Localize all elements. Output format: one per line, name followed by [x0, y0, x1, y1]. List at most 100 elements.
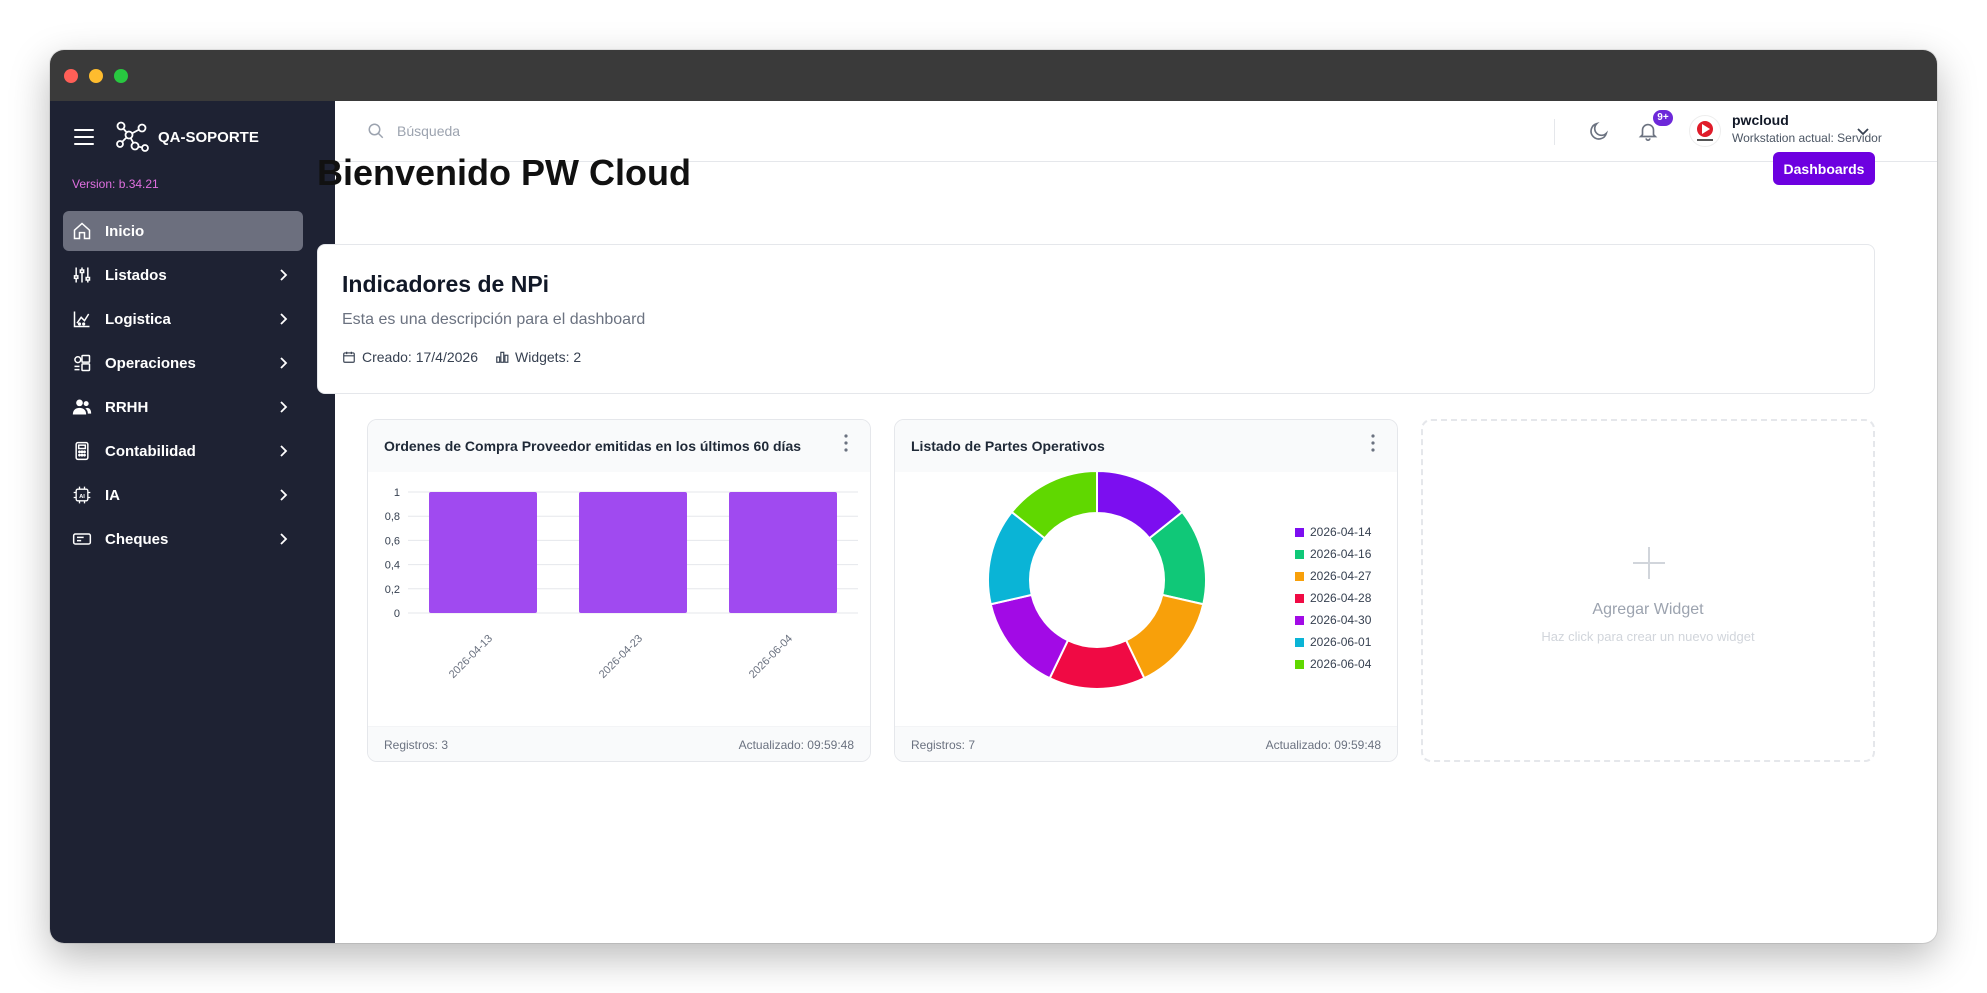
add-widget-subtitle: Haz click para crear un nuevo widget [1541, 629, 1755, 644]
more-options-icon[interactable] [844, 434, 848, 452]
legend-item[interactable]: 2026-06-01 [1295, 631, 1371, 653]
legend-swatch [1295, 659, 1304, 669]
ai-chip-icon: AI [71, 484, 93, 506]
sidebar-item-label: IA [105, 486, 120, 504]
bar[interactable] [429, 492, 537, 613]
legend-label: 2026-04-30 [1310, 613, 1372, 627]
add-widget-title: Agregar Widget [1592, 601, 1704, 618]
operations-icon [71, 352, 93, 374]
sidebar-item-cheques[interactable]: Cheques [63, 519, 303, 559]
chart-line-icon [71, 308, 93, 330]
records-label: Registros: 3 [384, 738, 449, 752]
sidebar-item-label: Listados [105, 266, 167, 284]
legend-item[interactable]: 2026-04-28 [1295, 587, 1371, 609]
page-title: Bienvenido PW Cloud [317, 152, 691, 193]
legend-label: 2026-04-16 [1310, 547, 1372, 561]
chevron-right-icon [280, 357, 288, 369]
dashboards-button[interactable]: Dashboards [1773, 152, 1875, 185]
legend-item[interactable]: 2026-04-16 [1295, 543, 1371, 565]
sidebar-item-label: Operaciones [105, 354, 196, 372]
window-titlebar [50, 50, 1937, 101]
close-window-button[interactable] [64, 69, 78, 83]
widget-header: Listado de Partes Operativos [895, 420, 1397, 472]
sliders-icon [71, 264, 93, 286]
sidebar-item-rrhh[interactable]: RRHH [63, 387, 303, 427]
widget-title: Listado de Partes Operativos [911, 438, 1105, 454]
sidebar-item-logistica[interactable]: Logistica [63, 299, 303, 339]
home-icon [71, 220, 93, 242]
sidebar-item-operaciones[interactable]: Operaciones [63, 343, 303, 383]
version-label: Version: b.34.21 [72, 177, 159, 191]
y-tick-label: 0,2 [385, 584, 400, 596]
search-icon [368, 123, 384, 139]
chevron-right-icon [280, 533, 288, 545]
updated-label: Actualizado: 09:59:48 [738, 738, 854, 752]
records-label: Registros: 7 [911, 738, 976, 752]
y-tick-label: 0,6 [385, 535, 400, 547]
header-divider [1554, 119, 1555, 145]
created-label: Creado: 17/4/2026 [362, 349, 478, 365]
chevron-right-icon [280, 401, 288, 413]
widget-footer: Registros: 3 Actualizado: 09:59:48 [368, 726, 870, 761]
bar[interactable] [579, 492, 687, 613]
y-tick-label: 0 [394, 608, 400, 620]
widget-title: Ordenes de Compra Proveedor emitidas en … [384, 438, 802, 454]
bar[interactable] [729, 492, 837, 613]
chevron-right-icon [280, 313, 288, 325]
legend-swatch [1295, 637, 1304, 647]
sidebar-item-contabilidad[interactable]: Contabilidad [63, 431, 303, 471]
sidebar-item-label: RRHH [105, 398, 149, 416]
widgets-count-label: Widgets: 2 [515, 349, 582, 365]
search-input[interactable] [397, 118, 897, 144]
calculator-icon [71, 440, 93, 462]
legend-swatch [1295, 527, 1304, 537]
widget-donut-chart: Listado de Partes Operativos 2026-04-14 2… [894, 419, 1398, 762]
calendar-icon [343, 351, 355, 363]
legend-item[interactable]: 2026-04-30 [1295, 609, 1371, 631]
bar-chart-icon [496, 351, 509, 363]
legend-swatch [1295, 571, 1304, 581]
donut-slice[interactable] [989, 593, 1070, 680]
legend-item[interactable]: 2026-06-04 [1295, 653, 1371, 675]
moon-icon[interactable] [1588, 120, 1610, 142]
bar-chart: 0 0,2 0,4 0,6 0,8 1 2026-04-13 2026-04-23 2026-0… [385, 487, 858, 681]
sidebar-item-label: Cheques [105, 530, 169, 548]
chevron-down-icon[interactable] [1855, 123, 1871, 139]
legend-label: 2026-06-04 [1310, 657, 1372, 671]
more-options-icon[interactable] [1371, 434, 1375, 452]
sidebar-nav: Inicio Listados Logistica Operaciones RR… [63, 211, 303, 563]
dashboard-title: Indicadores de NPi [342, 271, 550, 297]
legend-label: 2026-04-27 [1310, 569, 1372, 583]
avatar[interactable] [1689, 115, 1721, 147]
minimize-window-button[interactable] [89, 69, 103, 83]
sidebar-item-label: Inicio [105, 222, 145, 240]
legend-item[interactable]: 2026-04-14 [1295, 521, 1371, 543]
widgets-meta: Widgets: 2 [495, 349, 581, 365]
add-widget-card[interactable]: Agregar Widget Haz click para crear un n… [1421, 419, 1875, 762]
widget-bar-chart: Ordenes de Compra Proveedor emitidas en … [367, 419, 871, 762]
sidebar-item-label: Contabilidad [105, 442, 196, 460]
chevron-right-icon [280, 269, 288, 281]
sidebar-item-listados[interactable]: Listados [63, 255, 303, 295]
y-tick-label: 0,4 [385, 560, 400, 572]
sidebar-item-ia[interactable]: AI IA [63, 475, 303, 515]
legend-item[interactable]: 2026-04-27 [1295, 565, 1371, 587]
svg-text:AI: AI [79, 494, 85, 500]
plus-icon [1633, 547, 1665, 579]
legend-label: 2026-04-28 [1310, 591, 1372, 605]
menu-icon[interactable] [74, 129, 94, 145]
legend-label: 2026-04-14 [1310, 525, 1372, 539]
notification-badge: 9+ [1653, 110, 1673, 126]
chevron-right-icon [280, 489, 288, 501]
legend-swatch [1295, 615, 1304, 625]
widget-footer: Registros: 7 Actualizado: 09:59:48 [895, 726, 1397, 761]
user-name[interactable]: pwcloud [1732, 112, 1789, 128]
created-meta: Creado: 17/4/2026 [342, 349, 478, 365]
sidebar: QA-SOPORTE Version: b.34.21 Inicio Lista… [50, 101, 335, 943]
legend-swatch [1295, 549, 1304, 559]
maximize-window-button[interactable] [114, 69, 128, 83]
brand-name: QA-SOPORTE [158, 129, 259, 146]
sidebar-item-inicio[interactable]: Inicio [63, 211, 303, 251]
legend-swatch [1295, 593, 1304, 603]
y-tick-label: 1 [394, 487, 400, 499]
